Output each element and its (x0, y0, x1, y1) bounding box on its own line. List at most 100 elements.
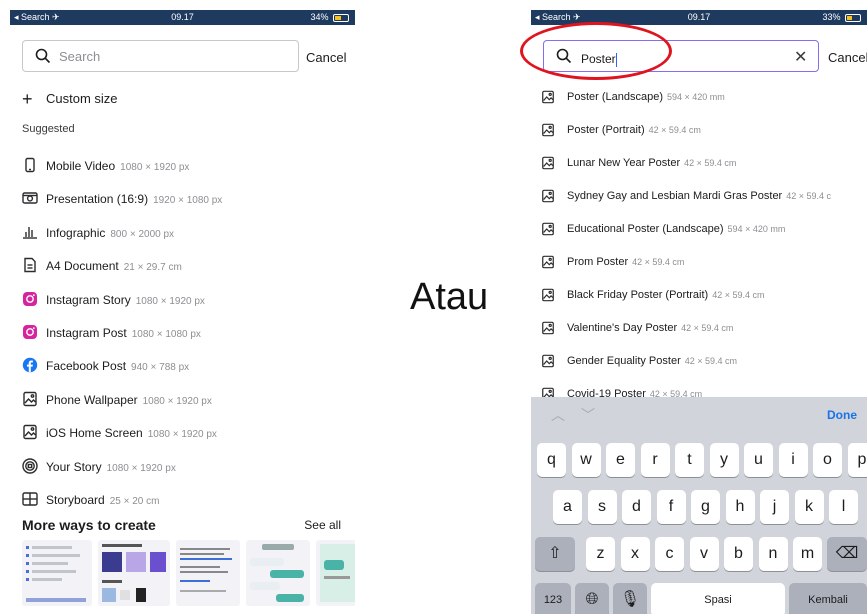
battery-indicator: 33% (822, 12, 861, 22)
key-u[interactable]: u (744, 443, 773, 477)
key-e[interactable]: e (606, 443, 635, 477)
image-icon (541, 354, 555, 368)
image-icon (541, 321, 555, 335)
space-key[interactable]: Spasi (651, 583, 785, 614)
key-f[interactable]: f (656, 490, 686, 524)
search-result-dimensions: 42 × 59.4 c (786, 191, 832, 201)
see-all-link[interactable]: See all (304, 518, 341, 532)
template-thumbnail[interactable] (176, 540, 240, 606)
facebook-icon (22, 357, 38, 373)
left-phone-screen: ◂ Search ✈ 09.17 34% Search Cancel + Cust… (10, 10, 355, 614)
suggested-item-label: Instagram Post 1080 × 1080 px (46, 326, 201, 340)
more-ways-heading: More ways to create (22, 517, 156, 533)
globe-key[interactable]: 🌐︎ (575, 583, 609, 614)
key-q[interactable]: q (537, 443, 566, 477)
list-template-preview (26, 546, 86, 602)
mobile-video-icon (22, 157, 38, 173)
suggested-item-label: Phone Wallpaper 1080 × 1920 px (46, 392, 212, 407)
image-icon (541, 189, 555, 203)
image-icon (541, 156, 555, 170)
shift-key[interactable]: ⇧ (535, 537, 575, 571)
green-template-preview (320, 544, 355, 602)
suggested-item-label: Presentation (16:9) 1920 × 1080 px (46, 192, 223, 207)
image-icon (22, 391, 38, 407)
suggested-item-dimensions: 25 × 20 cm (109, 496, 160, 507)
key-z[interactable]: z (586, 537, 615, 571)
suggested-item-label: A4 Document 21 × 29.7 cm (46, 259, 182, 274)
suggested-item-dimensions: 940 × 788 px (131, 362, 190, 374)
image-icon (541, 288, 555, 302)
chevron-up-icon[interactable]: ︿ (551, 405, 565, 425)
key-i[interactable]: i (778, 443, 808, 477)
key-r[interactable]: r (640, 443, 670, 477)
document-icon (22, 257, 38, 273)
template-thumbnail[interactable] (246, 540, 310, 606)
return-key[interactable]: Kembali (789, 583, 867, 614)
cancel-button[interactable]: Cancel (828, 50, 867, 65)
key-h[interactable]: h (725, 490, 755, 524)
key-j[interactable]: j (760, 490, 789, 524)
done-button[interactable]: Done (827, 408, 857, 422)
search-result-label: Sydney Gay and Lesbian Mardi Gras Poster… (567, 190, 832, 202)
moodboard-template-preview (102, 544, 166, 602)
keyboard-toolbar: ︿ ﹀ Done (531, 397, 867, 433)
search-result-dimensions: 42 × 59.4 cm (632, 257, 685, 267)
key-v[interactable]: v (689, 537, 719, 571)
key-s[interactable]: s (587, 490, 617, 524)
template-thumbnail[interactable] (22, 540, 92, 606)
instagram-icon (22, 324, 38, 340)
suggested-item-dimensions: 800 × 2000 px (110, 228, 175, 240)
image-icon (541, 255, 555, 269)
image-icon (541, 90, 555, 104)
key-t[interactable]: t (675, 443, 704, 477)
status-time: 09.17 (171, 12, 194, 22)
template-thumbnail[interactable] (316, 540, 355, 606)
key-m[interactable]: m (793, 537, 822, 571)
key-y[interactable]: y (709, 443, 739, 477)
custom-size-button[interactable]: + Custom size (22, 88, 118, 109)
backspace-key[interactable]: ⌫ (827, 537, 867, 571)
search-result-dimensions: 42 × 59.4 cm (684, 158, 737, 168)
suggested-item-label: Instagram Story 1080 × 1920 px (46, 292, 205, 307)
highlight-oval (520, 22, 672, 80)
instagram-icon (22, 291, 38, 307)
key-d[interactable]: d (622, 490, 651, 524)
clear-search-icon[interactable]: ✕ (794, 47, 807, 67)
key-o[interactable]: o (813, 443, 842, 477)
suggested-item-dimensions: 1080 × 1920 px (106, 462, 176, 474)
search-result-dimensions: 594 × 420 mm (727, 224, 786, 234)
key-w[interactable]: w (571, 443, 601, 477)
infographic-icon (22, 224, 38, 240)
search-result-label: Poster (Landscape) 594 × 420 mm (567, 91, 725, 103)
key-k[interactable]: k (794, 490, 824, 524)
backspace-icon: ⌫ (835, 545, 859, 562)
search-input[interactable]: Search (22, 40, 299, 72)
plus-icon: + (22, 88, 33, 109)
key-l[interactable]: l (829, 490, 858, 524)
shift-icon: ⇧ (548, 545, 562, 562)
search-result-label: Gender Equality Poster 42 × 59.4 cm (567, 355, 738, 367)
key-a[interactable]: a (553, 490, 582, 524)
numbers-key[interactable]: 123 (535, 583, 571, 614)
search-result-label: Educational Poster (Landscape) 594 × 420 … (567, 223, 786, 235)
chevron-down-icon[interactable]: ﹀ (581, 405, 595, 425)
image-icon (541, 123, 555, 137)
cancel-button[interactable]: Cancel (306, 50, 346, 65)
chat-template-preview (250, 544, 304, 602)
key-g[interactable]: g (691, 490, 720, 524)
key-c[interactable]: c (655, 537, 684, 571)
template-thumbnail[interactable] (98, 540, 170, 606)
suggested-item-label: Storyboard 25 × 20 cm (46, 493, 160, 507)
suggested-item-label: Infographic 800 × 2000 px (46, 225, 175, 240)
key-n[interactable]: n (758, 537, 788, 571)
key-x[interactable]: x (620, 537, 650, 571)
microphone-icon: 🎙︎ (619, 591, 641, 608)
suggested-item-dimensions: 21 × 29.7 cm (123, 262, 182, 274)
suggested-item-dimensions: 1080 × 1920 px (142, 395, 212, 407)
document-template-preview (180, 548, 232, 592)
key-b[interactable]: b (724, 537, 753, 571)
story-icon (22, 457, 38, 474)
key-p[interactable]: p (847, 443, 867, 477)
suggested-heading: Suggested (22, 123, 75, 135)
microphone-key[interactable]: 🎙︎ (613, 583, 647, 614)
